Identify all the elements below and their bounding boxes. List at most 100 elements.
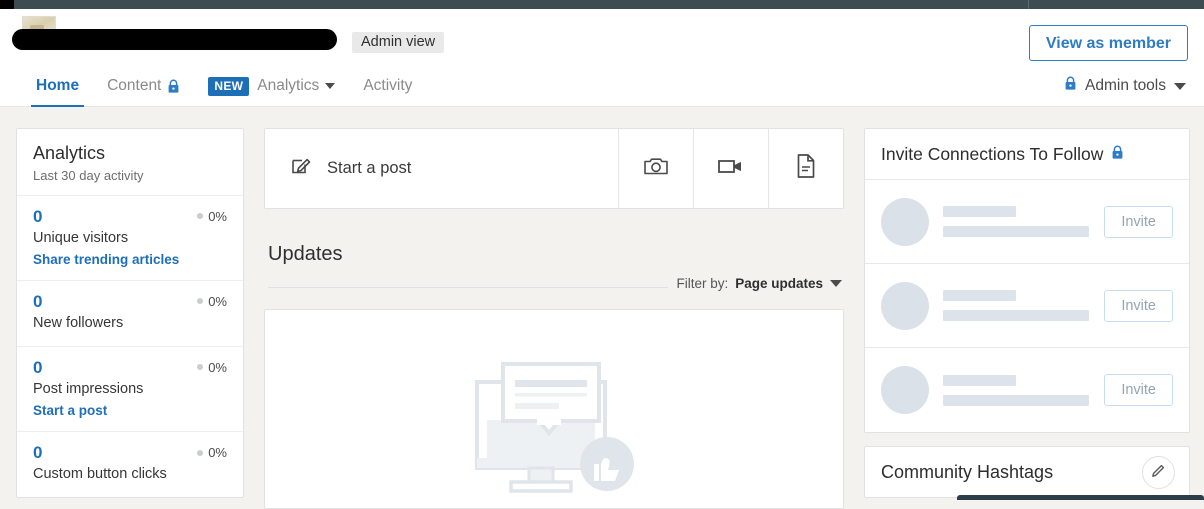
chevron-down-icon: [830, 280, 842, 287]
stat-delta-value: 0%: [208, 208, 227, 224]
chevron-down-icon: [325, 83, 336, 89]
add-video-button[interactable]: [693, 129, 768, 208]
document-icon: [795, 153, 817, 184]
invite-connections-card: Invite Connections To Follow Invite Invi…: [864, 128, 1190, 433]
admin-tools-menu[interactable]: Admin tools: [1064, 65, 1186, 107]
stat-value: 0: [33, 206, 43, 226]
stat-delta-value: 0%: [208, 359, 227, 375]
delta-dot-icon: [197, 213, 204, 220]
tab-activity-label: Activity: [363, 77, 413, 94]
cut-off-tooltip-overlay: [957, 495, 1204, 500]
camera-icon: [643, 154, 669, 183]
post-composer-card: Start a post: [264, 128, 844, 209]
filter-by-value: Page updates: [735, 276, 823, 291]
chrome-corner-notch: [0, 0, 14, 9]
start-a-post-link[interactable]: Start a post: [33, 403, 227, 418]
stat-label: New followers: [33, 314, 124, 331]
start-a-post-button[interactable]: Start a post: [265, 129, 618, 208]
invite-list-item: Invite: [865, 180, 1189, 264]
tab-activity[interactable]: Activity: [349, 65, 426, 107]
delta-dot-icon: [197, 449, 204, 456]
main-content: Analytics Last 30 day activity 0 0% Uniq…: [0, 107, 1204, 509]
invite-list-item: Invite: [865, 264, 1189, 348]
name-headline-placeholder: [943, 290, 1090, 321]
tab-analytics[interactable]: NEW Analytics: [194, 65, 349, 107]
updates-heading: Updates: [268, 243, 343, 265]
stat-delta: 0%: [197, 445, 227, 460]
chevron-down-icon: [1174, 82, 1186, 90]
lock-icon: [1064, 76, 1077, 96]
desktop-monitor-with-post-and-thumbs-up-illustration: [459, 360, 649, 508]
video-camera-icon: [717, 155, 745, 182]
stat-delta: 0%: [197, 360, 227, 375]
stat-value: 0: [33, 442, 43, 462]
community-hashtags-title: Community Hashtags: [881, 461, 1054, 482]
tab-analytics-label: Analytics: [257, 77, 320, 94]
headline-placeholder: [943, 226, 1089, 237]
left-rail: Analytics Last 30 day activity 0 0% Uniq…: [16, 128, 244, 498]
admin-tools-label: Admin tools: [1085, 77, 1166, 94]
updates-filter-row: Filter by: Page updates: [264, 276, 844, 302]
admin-view-badge: Admin view: [352, 32, 445, 53]
add-photo-button[interactable]: [618, 129, 693, 208]
invite-card-header: Invite Connections To Follow: [865, 129, 1189, 180]
invite-card-title: Invite Connections To Follow: [881, 144, 1104, 164]
name-placeholder: [943, 374, 1016, 386]
stat-delta-value: 0%: [208, 293, 227, 309]
stat-custom-button-clicks: 0 0% Custom button clicks: [17, 430, 243, 497]
stat-label: Custom button clicks: [33, 466, 167, 483]
stat-value: 0: [33, 291, 43, 311]
stat-post-impressions: 0 0% Post impressions Start a post: [17, 345, 243, 431]
nav-tab-list: Home Content NEW Analytics Activity: [22, 65, 426, 107]
invite-button[interactable]: Invite: [1104, 289, 1173, 322]
right-rail: Invite Connections To Follow Invite Invi…: [864, 128, 1190, 498]
page-header: Admin view View as member: [0, 9, 1204, 65]
share-trending-articles-link[interactable]: Share trending articles: [33, 252, 227, 267]
tab-home[interactable]: Home: [22, 65, 93, 107]
tab-content-label: Content: [107, 77, 162, 94]
analytics-card-header: Analytics Last 30 day activity: [17, 129, 243, 195]
center-column: Start a post Updates Filter by: Page upd…: [264, 128, 844, 509]
analytics-title: Analytics: [33, 143, 106, 163]
write-post-icon: [289, 154, 313, 183]
stat-label: Post impressions: [33, 381, 144, 398]
start-a-post-label: Start a post: [327, 159, 412, 177]
view-as-member-button[interactable]: View as member: [1028, 25, 1188, 61]
delta-dot-icon: [197, 298, 204, 305]
tab-content[interactable]: Content: [93, 65, 194, 107]
invite-button[interactable]: Invite: [1104, 374, 1173, 406]
headline-placeholder: [943, 310, 1089, 321]
name-placeholder: [943, 290, 1016, 301]
new-badge: NEW: [208, 76, 250, 96]
stat-label: Unique visitors: [33, 229, 129, 246]
stat-delta: 0%: [197, 294, 227, 309]
name-headline-placeholder: [943, 206, 1090, 237]
analytics-card: Analytics Last 30 day activity 0 0% Uniq…: [16, 128, 244, 498]
community-hashtags-card: Community Hashtags: [864, 446, 1190, 498]
name-headline-placeholder: [943, 374, 1090, 406]
stat-unique-visitors: 0 0% Unique visitors Share trending arti…: [17, 194, 243, 280]
lock-icon: [1111, 145, 1124, 165]
lock-icon: [167, 79, 180, 94]
headline-placeholder: [943, 394, 1089, 406]
analytics-subtitle: Last 30 day activity: [33, 167, 144, 183]
page-nav-bar: Home Content NEW Analytics Activity Admi…: [0, 65, 1204, 107]
delta-dot-icon: [197, 364, 204, 371]
updates-feed-card: [264, 309, 844, 509]
avatar-placeholder: [881, 281, 929, 330]
browser-chrome-strip: [0, 0, 1204, 9]
filter-by-label: Filter by:: [676, 276, 729, 291]
invite-list-item: Invite: [865, 348, 1189, 432]
edit-hashtags-button[interactable]: [1142, 455, 1175, 489]
filter-by-dropdown[interactable]: Filter by: Page updates: [668, 276, 842, 291]
stat-delta-value: 0%: [208, 445, 227, 460]
avatar-placeholder: [881, 366, 929, 414]
tab-home-label: Home: [36, 77, 80, 94]
chrome-panel-divider: [1028, 0, 1029, 9]
avatar-placeholder: [881, 197, 929, 246]
redacted-company-name: [12, 29, 337, 50]
stat-delta: 0%: [197, 209, 227, 224]
add-document-button[interactable]: [768, 129, 843, 208]
invite-button[interactable]: Invite: [1104, 205, 1173, 238]
stat-value: 0: [33, 357, 43, 377]
